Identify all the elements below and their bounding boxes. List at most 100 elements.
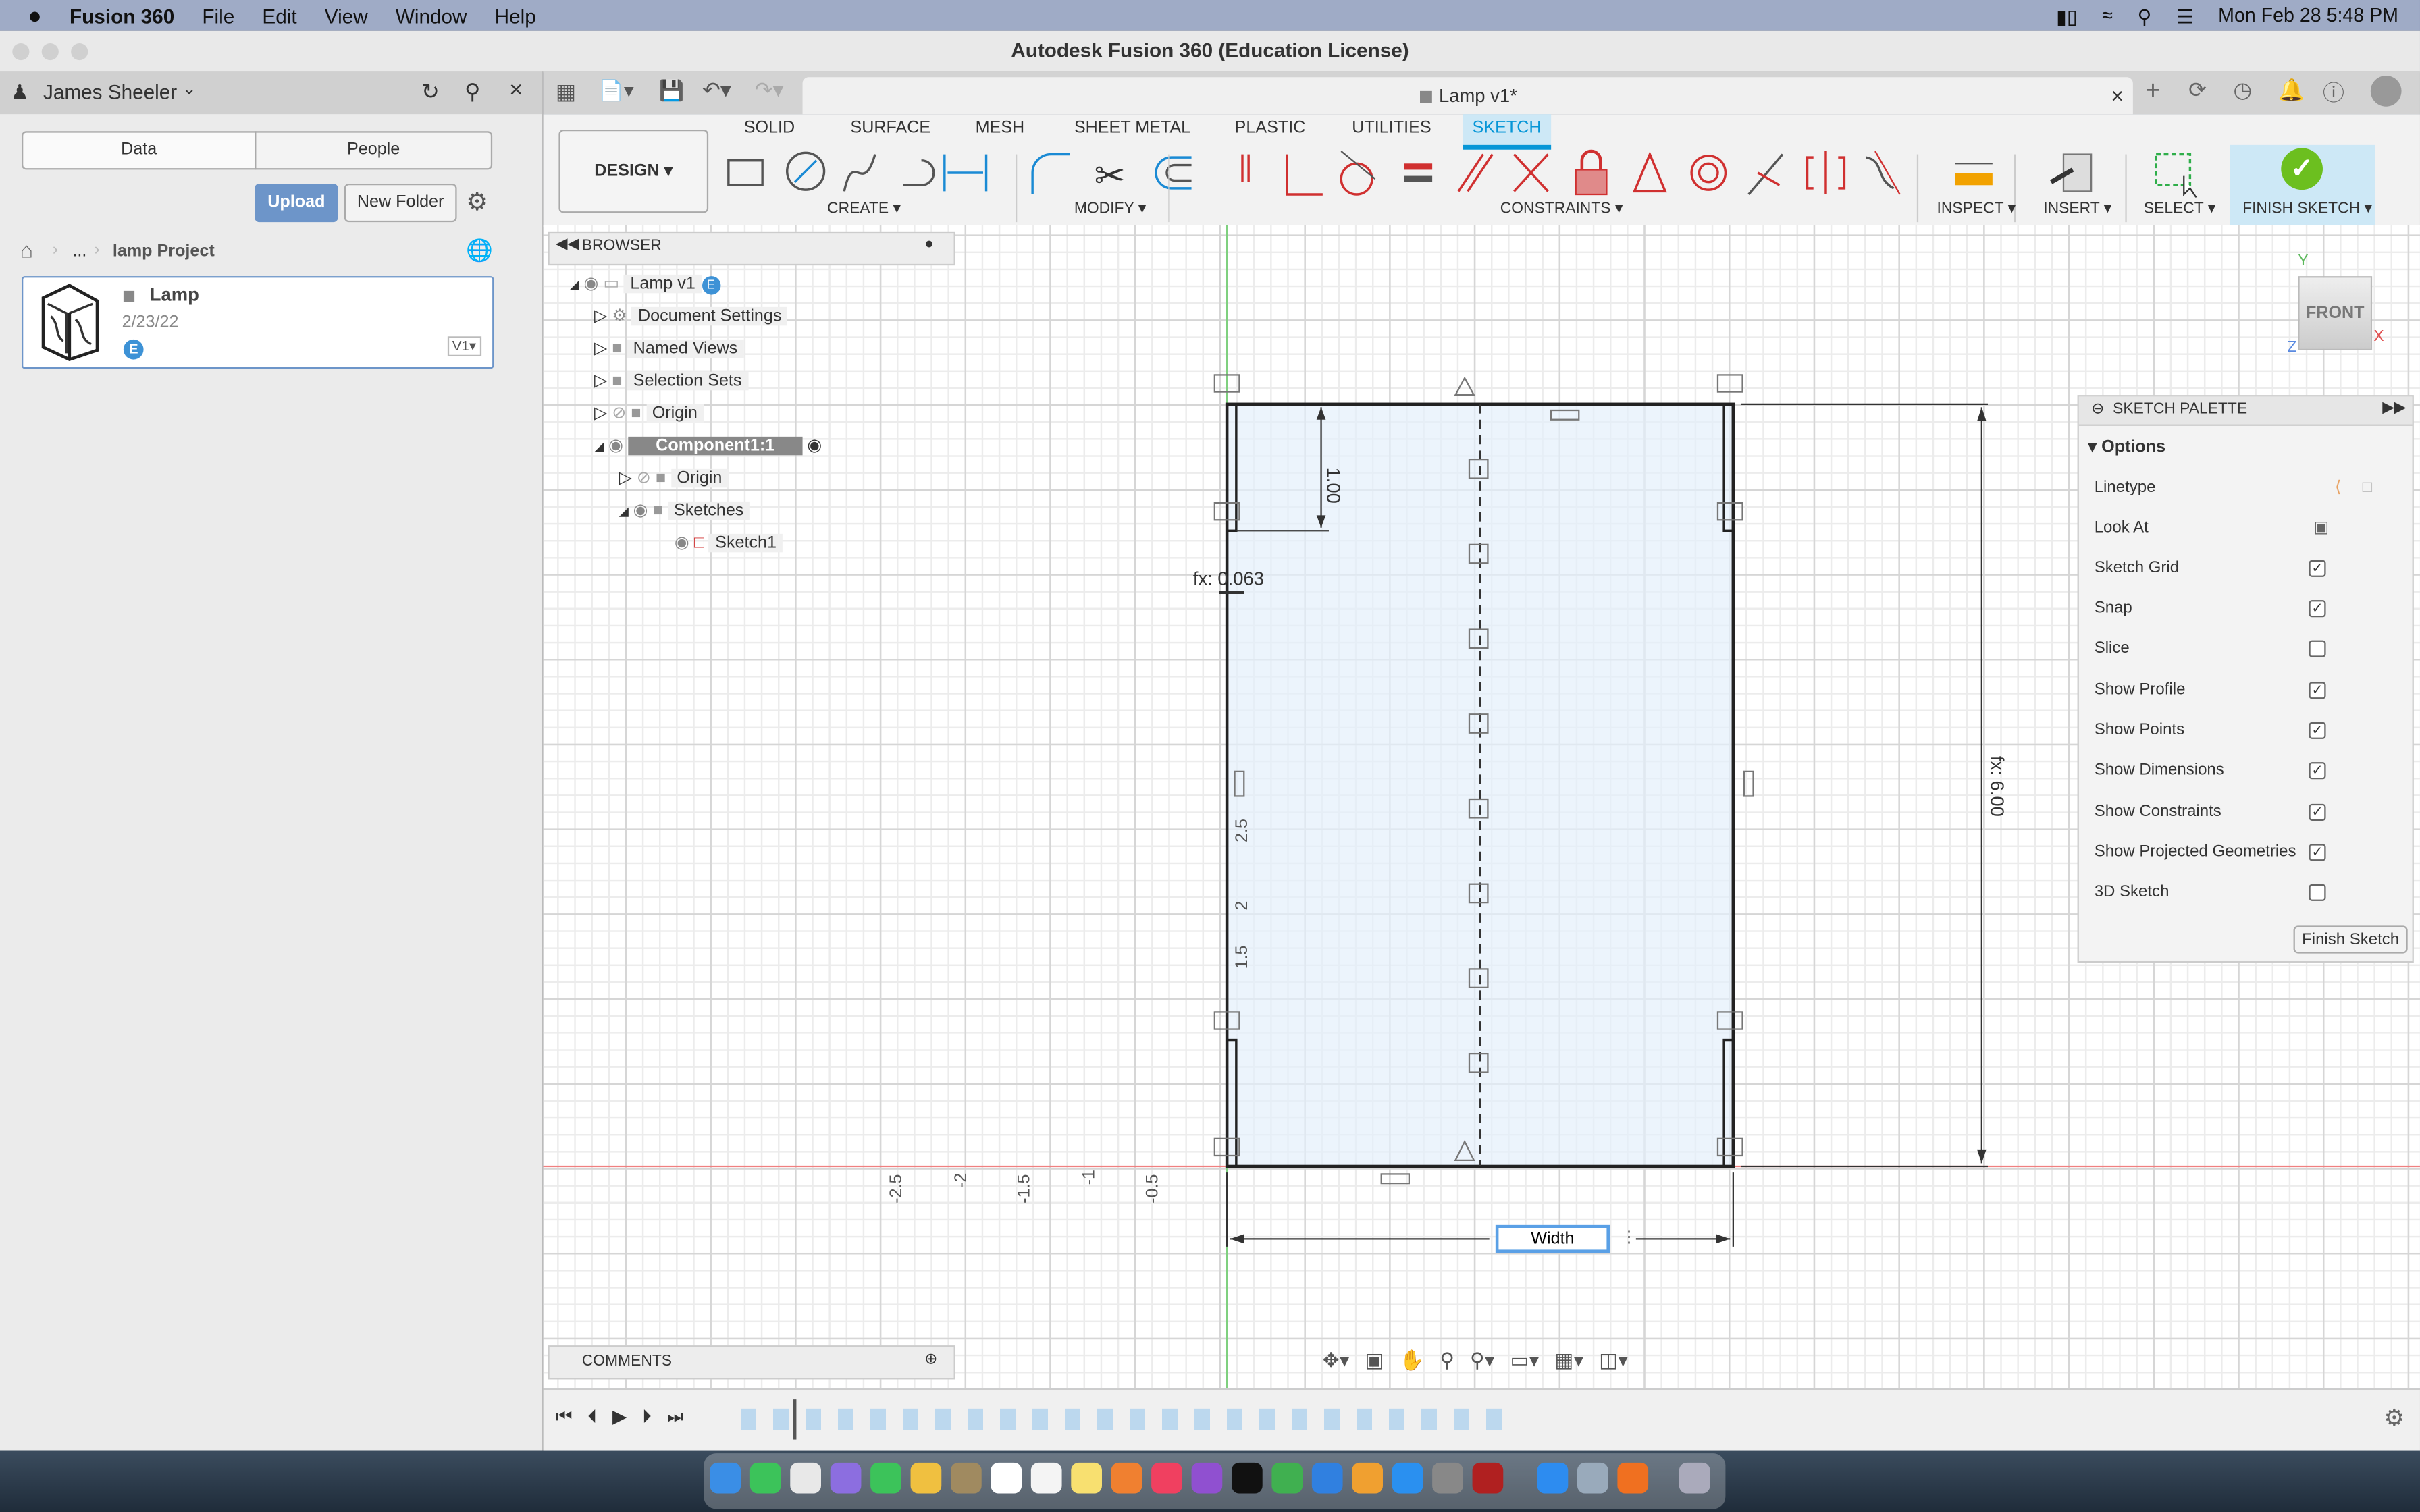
sketch-palette-header[interactable]: ⊖ SKETCH PALETTE ▶▶ — [2078, 396, 2413, 426]
tree-item-sketches[interactable]: ◢ ◉ ■ Sketches — [619, 497, 750, 524]
play-icon[interactable]: ▶ — [612, 1405, 627, 1428]
add-comment-icon[interactable]: ⊕ — [924, 1351, 937, 1368]
visibility-eye-icon[interactable]: ◉ — [633, 502, 648, 520]
folder-icon: ■ — [631, 404, 641, 423]
messages-icon[interactable] — [870, 1462, 901, 1494]
garageband-icon[interactable] — [1111, 1462, 1142, 1494]
finder-icon[interactable] — [710, 1462, 741, 1494]
snap-checkbox[interactable]: ✓ — [2309, 600, 2326, 618]
view-cube-x-axis: X — [2373, 328, 2384, 346]
pages-icon[interactable] — [1352, 1462, 1383, 1494]
timeline-features[interactable] — [741, 1408, 1512, 1430]
visibility-eye-icon[interactable]: ◉ — [583, 275, 598, 293]
grid-settings-icon[interactable]: ▦▾ — [1554, 1349, 1583, 1374]
zoom-window-icon[interactable]: ⚲▾ — [1470, 1349, 1495, 1374]
finish-sketch-palette-button[interactable]: Finish Sketch — [2293, 925, 2408, 954]
zoom-app-icon[interactable] — [1537, 1462, 1569, 1494]
slice-checkbox[interactable] — [2309, 640, 2326, 657]
folder-icon: ■ — [652, 501, 663, 520]
tree-label: Origin — [646, 404, 704, 423]
row-label: Slice — [2094, 639, 2130, 657]
more-options-icon[interactable]: ⋮ — [1621, 1226, 1637, 1246]
tree-item-lamp-v1[interactable]: ◢ ◉ ▭ Lamp v1 E — [569, 270, 720, 298]
launchpad-icon[interactable] — [830, 1462, 862, 1494]
show-dimensions-checkbox[interactable]: ✓ — [2309, 762, 2326, 780]
tree-item-named-views[interactable]: ▷ ■ Named Views — [594, 335, 744, 362]
viewports-icon[interactable]: ◫▾ — [1599, 1349, 1628, 1374]
sketch-palette: ⊖ SKETCH PALETTE ▶▶ ▾ Options Linetype ⟨ □… — [2077, 395, 2414, 963]
show-profile-checkbox[interactable]: ✓ — [2309, 682, 2326, 699]
tree-label: Sketch1 — [709, 533, 783, 553]
notes-icon[interactable] — [1071, 1462, 1102, 1494]
browser-panel-header[interactable]: ◀◀ BROWSER ● — [548, 231, 955, 266]
visibility-eye-icon[interactable]: ◉ — [675, 534, 689, 552]
timeline-settings-icon[interactable]: ⚙ — [2384, 1404, 2404, 1432]
show-constraints-checkbox[interactable]: ✓ — [2309, 803, 2326, 821]
contacts-icon[interactable] — [950, 1462, 982, 1494]
go-to-start-icon[interactable]: ⏮ — [556, 1405, 573, 1428]
calendar-icon[interactable] — [991, 1462, 1022, 1494]
timeline-marker[interactable] — [793, 1399, 797, 1440]
fusion-360-icon[interactable] — [1617, 1462, 1649, 1494]
view-cube-z-axis: Z — [2287, 339, 2297, 356]
chrome-icon[interactable] — [790, 1462, 821, 1494]
row-label: Show Projected Geometries — [2094, 842, 2296, 861]
row-label: Sketch Grid — [2094, 558, 2180, 577]
tree-item-document-settings[interactable]: ▷ ⚙ Document Settings — [594, 302, 788, 330]
step-forward-icon[interactable]: ⏵ — [642, 1405, 652, 1428]
ruler-y-label: 2.5 — [1232, 819, 1251, 842]
show-points-checkbox[interactable]: ✓ — [2309, 722, 2326, 739]
music-icon[interactable] — [1151, 1462, 1182, 1494]
go-to-end-icon[interactable]: ⏭ — [667, 1405, 684, 1428]
look-at-icon[interactable]: ▣ — [2313, 512, 2329, 543]
collapse-browser-icon[interactable]: ◀◀ — [556, 236, 579, 253]
hidden-eye-icon[interactable]: ⊘ — [637, 469, 651, 487]
browser-pin-icon[interactable]: ● — [924, 236, 934, 253]
centerline-linetype-icon[interactable]: □ — [2363, 472, 2373, 503]
display-settings-icon[interactable]: ▭▾ — [1510, 1349, 1540, 1374]
ruler-x-labels: -2.5 -2 -1.5 -1 -0.5 — [887, 1170, 1161, 1204]
tree-item-component1[interactable]: ◢ ◉ Component1:1 ◉ — [594, 432, 822, 460]
trash-icon[interactable] — [1679, 1462, 1710, 1494]
activate-radio-icon[interactable]: ◉ — [807, 437, 822, 455]
numbers-icon[interactable] — [1271, 1462, 1303, 1494]
facetime-icon[interactable] — [749, 1462, 781, 1494]
width-dimension-input[interactable] — [1495, 1224, 1610, 1253]
hidden-eye-icon[interactable]: ⊘ — [612, 404, 626, 423]
step-back-icon[interactable]: ⏴ — [587, 1405, 597, 1428]
podcasts-icon[interactable] — [1191, 1462, 1223, 1494]
browser-tree: ◢ ◉ ▭ Lamp v1 E ▷ ⚙ Document Settings ▷ ■… — [548, 270, 952, 563]
view-cube[interactable]: FRONT — [2298, 276, 2373, 350]
apple-tv-icon[interactable] — [1231, 1462, 1263, 1494]
keynote-icon[interactable] — [1311, 1462, 1343, 1494]
ruler-x-label: -1 — [1080, 1170, 1099, 1185]
show-projected-geometries-checkbox[interactable]: ✓ — [2309, 844, 2326, 861]
tree-item-origin[interactable]: ▷ ⊘ ■ Origin — [619, 464, 729, 492]
folder-icon: ■ — [612, 339, 623, 358]
preview-icon[interactable] — [1577, 1462, 1608, 1494]
look-at-icon[interactable]: ▣ — [1365, 1349, 1384, 1374]
app-store-icon[interactable] — [1392, 1462, 1423, 1494]
construction-linetype-icon[interactable]: ⟨ — [2335, 472, 2341, 503]
tree-item-origin[interactable]: ▷ ⊘ ■ Origin — [594, 400, 704, 427]
expand-icon[interactable]: ▶▶ — [2382, 400, 2406, 416]
tree-label: Named Views — [627, 339, 744, 358]
dictionary-icon[interactable] — [1472, 1462, 1504, 1494]
3d-sketch-checkbox[interactable] — [2309, 884, 2326, 901]
palette-row-show-constraints: Show Constraints ✓ — [2095, 796, 2397, 827]
visibility-eye-icon[interactable]: ◉ — [608, 437, 623, 455]
options-section[interactable]: ▾ Options — [2088, 437, 2166, 456]
row-label: Show Profile — [2094, 680, 2186, 699]
system-preferences-icon[interactable] — [1432, 1462, 1463, 1494]
sketch-grid-checkbox[interactable]: ✓ — [2309, 560, 2326, 577]
pan-icon[interactable]: ✋ — [1399, 1349, 1424, 1374]
orbit-icon[interactable]: ✥▾ — [1323, 1349, 1350, 1374]
tree-item-sketch1[interactable]: ◉ □ Sketch1 — [675, 529, 783, 557]
sketch-icon: □ — [693, 533, 705, 553]
tree-item-selection-sets[interactable]: ▷ ■ Selection Sets — [594, 367, 748, 395]
collapse-icon[interactable]: ⊖ — [2091, 401, 2104, 418]
zoom-icon[interactable]: ⚲ — [1440, 1349, 1454, 1374]
photos-icon[interactable] — [910, 1462, 942, 1494]
comments-panel-header[interactable]: COMMENTS ⊕ — [548, 1345, 955, 1380]
reminders-icon[interactable] — [1030, 1462, 1062, 1494]
